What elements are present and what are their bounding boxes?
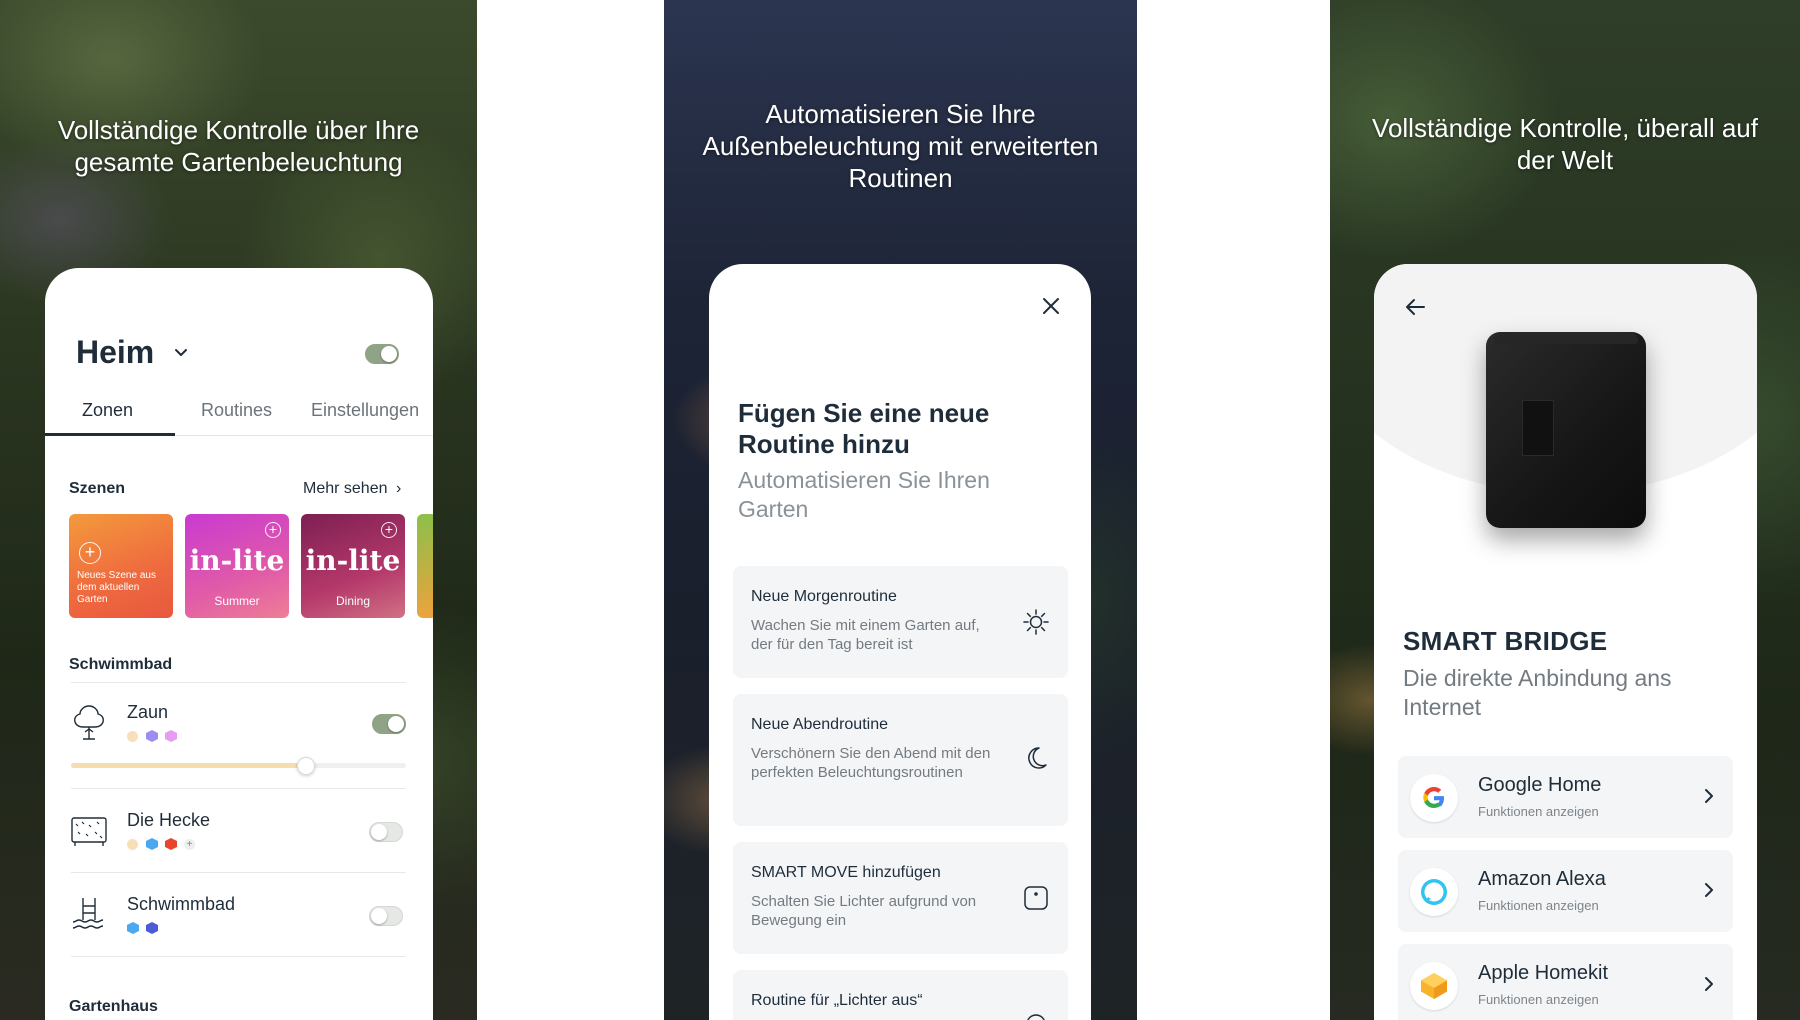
service-apple-homekit[interactable]: Apple Homekit Funktionen anzeigen <box>1398 944 1733 1020</box>
scene-new[interactable]: + Neues Szene aus dem aktuellen Garten <box>69 514 173 618</box>
hedge-icon <box>71 817 107 846</box>
motion-sensor-icon <box>1024 886 1048 910</box>
color-dot <box>127 839 138 850</box>
panel-garden-control: Vollständige Kontrolle über Ihre gesamte… <box>0 0 477 1020</box>
service-name: Google Home <box>1478 774 1602 796</box>
product-title: SMART BRIDGE <box>1403 626 1608 656</box>
service-sub: Funktionen anzeigen <box>1478 804 1599 819</box>
color-dot <box>146 922 158 934</box>
panel-headline: Automatisieren Sie Ihre Außenbeleuchtung… <box>702 99 1099 193</box>
plus-icon: + <box>381 522 397 538</box>
divider <box>71 788 406 789</box>
divider <box>71 872 406 873</box>
routine-card-motion[interactable]: SMART MOVE hinzufügen Schalten Sie Licht… <box>733 842 1068 954</box>
phone-screen-zones: Heim Zonen Routines Einstellungen Szenen… <box>45 268 433 1020</box>
phone-screen-routines: Fügen Sie eine neue Routine hinzu Automa… <box>709 264 1091 1020</box>
page-subtitle: Automatisieren Sie Ihren Garten <box>738 467 990 522</box>
zone-toggle[interactable] <box>369 822 403 842</box>
power-icon <box>1027 1014 1045 1020</box>
more-colors-icon: + <box>184 839 195 850</box>
panel-headline: Vollständige Kontrolle über Ihre gesamte… <box>57 115 420 177</box>
color-dot <box>165 838 177 850</box>
chevron-right-icon <box>1705 789 1713 803</box>
more-link[interactable]: Mehr sehen › <box>303 480 401 498</box>
product-subtitle: Die direkte Anbindung ans Internet <box>1403 665 1672 720</box>
slider-thumb[interactable] <box>296 757 315 775</box>
scene-partial[interactable] <box>417 514 433 618</box>
alexa-icon <box>1410 868 1458 916</box>
service-google-home[interactable]: Google Home Funktionen anzeigen <box>1398 756 1733 838</box>
color-dot <box>127 922 139 934</box>
color-dot <box>165 730 177 742</box>
sun-icon <box>1023 609 1049 635</box>
scene-brand: in-lite <box>189 544 285 577</box>
routine-card-morning[interactable]: Neue Morgenroutine Wachen Sie mit einem … <box>733 566 1068 678</box>
tab-routines[interactable]: Routines <box>201 400 272 421</box>
chevron-right-icon <box>1705 883 1713 897</box>
phone-screen-bridge: SMART BRIDGE Die direkte Anbindung ans I… <box>1374 264 1757 1020</box>
routine-title: Routine für „Lichter aus“ <box>751 992 923 1009</box>
zone-name[interactable]: Zaun <box>127 702 168 723</box>
routine-title: Neue Morgenroutine <box>751 588 897 605</box>
active-tab-indicator <box>45 433 175 436</box>
pool-icon <box>72 898 104 929</box>
back-arrow-icon[interactable] <box>1404 296 1426 318</box>
service-name: Apple Homekit <box>1478 962 1609 984</box>
panel-headline: Vollständige Kontrolle, überall auf der … <box>1372 113 1758 175</box>
zone-name[interactable]: Schwimmbad <box>127 894 235 915</box>
google-icon <box>1410 774 1458 822</box>
color-dot <box>127 731 138 742</box>
routine-title: SMART MOVE hinzufügen <box>751 864 941 881</box>
routine-title: Neue Abendroutine <box>751 716 888 733</box>
group-label: Schwimmbad <box>69 656 173 673</box>
plus-icon: + <box>265 522 281 538</box>
zone-toggle[interactable] <box>372 714 406 734</box>
close-icon[interactable] <box>1041 296 1061 316</box>
service-name: Amazon Alexa <box>1478 868 1606 890</box>
routine-desc: Verschönern Sie den Abend mit den perfek… <box>751 745 991 781</box>
tab-bar: Zonen Routines Einstellungen <box>45 400 433 436</box>
chevron-right-icon <box>1705 977 1713 991</box>
divider <box>71 682 406 683</box>
more-link-label: Mehr sehen <box>303 480 388 497</box>
scene-summer[interactable]: + in-lite Summer <box>185 514 289 618</box>
master-toggle[interactable] <box>365 344 399 364</box>
tree-icon <box>74 705 104 740</box>
scene-dining[interactable]: + in-lite Dining <box>301 514 405 618</box>
chevron-down-icon[interactable] <box>169 340 193 364</box>
home-title[interactable]: Heim <box>76 334 154 371</box>
scene-label: Dining <box>335 594 371 608</box>
zone-toggle[interactable] <box>369 906 403 926</box>
color-dot <box>146 838 158 850</box>
group-label: Gartenhaus <box>69 998 158 1015</box>
scene-brand: in-lite <box>305 544 401 577</box>
homekit-icon <box>1410 962 1458 1010</box>
tab-zonen[interactable]: Zonen <box>82 400 133 421</box>
scene-label: Summer <box>214 594 260 608</box>
scenes-label: Szenen <box>69 480 126 497</box>
service-sub: Funktionen anzeigen <box>1478 992 1599 1007</box>
smart-bridge-device-image <box>1486 332 1646 528</box>
color-dot <box>146 730 158 742</box>
service-amazon-alexa[interactable]: Amazon Alexa Funktionen anzeigen <box>1398 850 1733 932</box>
scene-new-label: Neues Szene aus dem aktuellen Garten <box>77 570 156 605</box>
routine-desc: Wachen Sie mit einem Garten auf, der für… <box>751 617 980 653</box>
routine-desc: Schalten Sie Lichter aufgrund von Bewegu… <box>751 893 977 929</box>
plus-icon: + <box>79 542 101 564</box>
divider <box>71 956 406 957</box>
service-sub: Funktionen anzeigen <box>1478 898 1599 913</box>
brightness-slider[interactable] <box>71 757 406 775</box>
routine-card-evening[interactable]: Neue Abendroutine Verschönern Sie den Ab… <box>733 694 1068 826</box>
zone-name[interactable]: Die Hecke <box>127 810 210 831</box>
moon-icon <box>1028 747 1047 769</box>
page-title: Fügen Sie eine neue Routine hinzu <box>738 398 990 459</box>
slider-fill <box>71 763 306 768</box>
routine-card-lights-off[interactable]: Routine für „Lichter aus“ <box>733 970 1068 1020</box>
tab-einstellungen[interactable]: Einstellungen <box>311 400 419 421</box>
chevron-right-icon: › <box>395 480 402 497</box>
